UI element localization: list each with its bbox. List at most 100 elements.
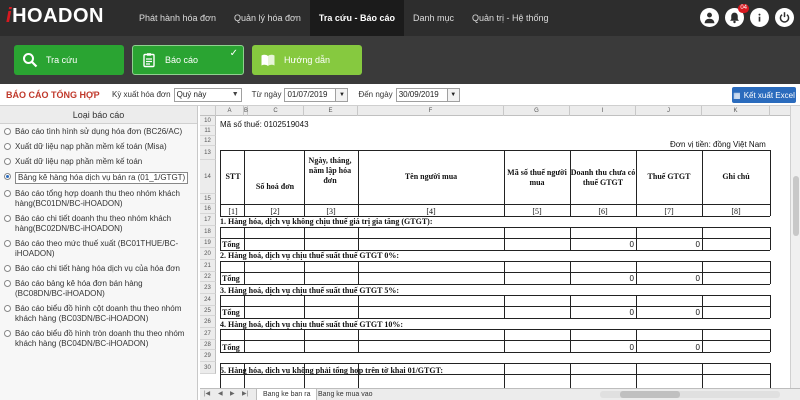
report-type-label: Báo cáo tổng hợp doanh thu theo nhóm khá… bbox=[15, 189, 180, 208]
row-header[interactable]: 10 bbox=[200, 116, 216, 126]
column-header[interactable]: F bbox=[358, 106, 504, 116]
row-header[interactable]: 22 bbox=[200, 272, 216, 282]
row-header[interactable]: 20 bbox=[200, 248, 216, 260]
row-header[interactable]: 28 bbox=[200, 340, 216, 350]
last-sheet-icon[interactable]: ▶| bbox=[242, 390, 248, 397]
radio-button[interactable] bbox=[4, 305, 11, 312]
total-value: 0 bbox=[695, 240, 700, 249]
header-buyer-tax: Mã số thuế người mua bbox=[507, 168, 567, 187]
period-select[interactable]: Quý này ▼ bbox=[173, 87, 242, 102]
report-type-option[interactable]: Báo cáo biểu đồ hình cột doanh thu theo … bbox=[0, 301, 197, 326]
radio-button[interactable] bbox=[4, 128, 11, 135]
prev-sheet-icon[interactable]: ◀ bbox=[218, 390, 223, 397]
lookup-button[interactable]: Tra cứu bbox=[14, 45, 124, 75]
row-header[interactable]: 19 bbox=[200, 238, 216, 248]
row-header[interactable]: 13 bbox=[200, 146, 216, 160]
column-header[interactable]: G bbox=[504, 106, 570, 116]
next-sheet-icon[interactable]: ▶ bbox=[230, 390, 235, 397]
report-type-option[interactable]: Báo cáo chi tiết hàng hóa dịch vụ của hó… bbox=[0, 261, 197, 276]
row-header[interactable]: 15 bbox=[200, 194, 216, 204]
row-header[interactable]: 12 bbox=[200, 136, 216, 146]
nav-item-issue-invoice[interactable]: Phát hành hóa đơn bbox=[130, 0, 225, 36]
vertical-scrollbar[interactable] bbox=[790, 106, 800, 388]
from-date-input[interactable]: 01/07/2019 bbox=[284, 87, 337, 102]
report-type-header: Loại báo cáo bbox=[0, 106, 197, 124]
nav-item-catalog[interactable]: Danh mục bbox=[404, 0, 463, 36]
nav-item-lookup-report[interactable]: Tra cứu - Báo cáo bbox=[309, 0, 404, 36]
row-header[interactable]: 11 bbox=[200, 126, 216, 136]
report-type-option[interactable]: Xuất dữ liệu nạp phần mềm kế toán (Misa) bbox=[0, 139, 197, 154]
total-label: Tổng bbox=[222, 240, 240, 249]
export-excel-button[interactable]: ▦ Kết xuất Excel bbox=[732, 87, 796, 103]
row-header[interactable]: 25 bbox=[200, 306, 216, 316]
radio-button[interactable] bbox=[4, 330, 11, 337]
row-header[interactable]: 30 bbox=[200, 362, 216, 374]
report-button-label: Báo cáo bbox=[165, 55, 199, 65]
row-header[interactable]: 23 bbox=[200, 282, 216, 294]
grid-line bbox=[220, 329, 770, 330]
filter-bar: BÁO CÁO TỔNG HỢP Kỳ xuất hóa đơn Quý này… bbox=[0, 84, 800, 106]
column-header[interactable]: I bbox=[570, 106, 636, 116]
radio-button[interactable] bbox=[4, 240, 11, 247]
report-type-option[interactable]: Báo cáo biểu đồ hình tròn doanh thu theo… bbox=[0, 326, 197, 351]
first-sheet-icon[interactable]: |◀ bbox=[204, 390, 210, 397]
row-header[interactable]: 29 bbox=[200, 350, 216, 362]
column-header[interactable]: A bbox=[216, 106, 244, 116]
row-header[interactable]: 24 bbox=[200, 294, 216, 306]
select-all-corner[interactable] bbox=[200, 106, 216, 116]
radio-button[interactable] bbox=[4, 173, 11, 180]
report-type-option[interactable]: Báo cáo theo mức thuế xuất (BC01THUE/BC-… bbox=[0, 236, 197, 261]
vertical-scroll-thumb[interactable] bbox=[793, 176, 799, 236]
to-date-input[interactable]: 30/09/2019 bbox=[395, 87, 448, 102]
column-header[interactable]: J bbox=[636, 106, 702, 116]
report-type-option[interactable]: Xuất dữ liệu nạp phần mềm kế toán bbox=[0, 154, 197, 169]
row-header[interactable]: 17 bbox=[200, 214, 216, 226]
info-icon[interactable] bbox=[750, 8, 769, 27]
column-header[interactable]: K bbox=[702, 106, 770, 116]
report-type-option[interactable]: Bảng kê hàng hóa dịch vụ bán ra (01_1/GT… bbox=[0, 169, 197, 186]
horizontal-scroll-thumb[interactable] bbox=[620, 391, 680, 398]
report-type-option[interactable]: Báo cáo tổng hợp doanh thu theo nhóm khá… bbox=[0, 186, 197, 211]
radio-button[interactable] bbox=[4, 280, 11, 287]
from-date-dropdown-button[interactable]: ▼ bbox=[336, 87, 349, 102]
grid-line bbox=[304, 295, 305, 318]
sheet-tab-sales[interactable]: Bang ke ban ra bbox=[256, 389, 318, 400]
report-type-option[interactable]: Báo cáo chi tiết doanh thu theo nhóm khá… bbox=[0, 211, 197, 236]
export-excel-label: Kết xuất Excel bbox=[743, 90, 795, 100]
guide-button[interactable]: Hướng dẫn bbox=[252, 45, 362, 75]
bell-icon[interactable]: 04 bbox=[725, 4, 749, 27]
power-icon[interactable] bbox=[775, 8, 794, 27]
total-label: Tổng bbox=[222, 274, 240, 283]
radio-button[interactable] bbox=[4, 158, 11, 165]
radio-button[interactable] bbox=[4, 215, 11, 222]
grid-line bbox=[220, 295, 770, 296]
sheet-tab-purchases[interactable]: Bang ke mua vao bbox=[312, 389, 378, 400]
report-type-option[interactable]: Báo cáo tình hình sử dụng hóa đơn (BC26/… bbox=[0, 124, 197, 139]
row-header[interactable]: 14 bbox=[200, 160, 216, 194]
report-spreadsheet[interactable]: ABCEFGIJK 10 11 12 13 14 15 16 17 18 19 20 21 22 23 24… bbox=[200, 106, 790, 388]
row-header[interactable]: 16 bbox=[200, 204, 216, 214]
index-label: [4] bbox=[426, 207, 436, 216]
radio-button[interactable] bbox=[4, 265, 11, 272]
horizontal-scrollbar[interactable] bbox=[600, 391, 780, 398]
nav-item-manage-invoice[interactable]: Quản lý hóa đơn bbox=[225, 0, 310, 36]
to-date-dropdown-button[interactable]: ▼ bbox=[447, 87, 460, 102]
radio-button[interactable] bbox=[4, 143, 11, 150]
report-type-option[interactable]: Báo cáo bảng kê hóa đơn bán hàng (BC08DN… bbox=[0, 276, 197, 301]
grid-line bbox=[244, 261, 245, 284]
column-header[interactable]: E bbox=[304, 106, 358, 116]
row-header[interactable]: 21 bbox=[200, 260, 216, 272]
report-button[interactable]: Báo cáo ✓ bbox=[132, 45, 244, 75]
nav-item-admin[interactable]: Quản trị - Hệ thống bbox=[463, 0, 558, 36]
column-header[interactable]: C bbox=[248, 106, 304, 116]
grid-line bbox=[220, 340, 770, 341]
row-header[interactable]: 26 bbox=[200, 316, 216, 328]
row-header[interactable]: 27 bbox=[200, 328, 216, 340]
radio-button[interactable] bbox=[4, 190, 11, 197]
user-icon[interactable] bbox=[700, 8, 719, 27]
row-header[interactable]: 18 bbox=[200, 226, 216, 238]
grid-line bbox=[220, 295, 221, 318]
sheet-tab-bar: |◀ ◀ ▶ ▶| Bang ke ban ra Bang ke mua vao bbox=[200, 388, 800, 400]
report-type-label: Báo cáo biểu đồ hình tròn doanh thu theo… bbox=[15, 329, 185, 348]
app-logo[interactable]: iHOADON bbox=[6, 5, 104, 31]
